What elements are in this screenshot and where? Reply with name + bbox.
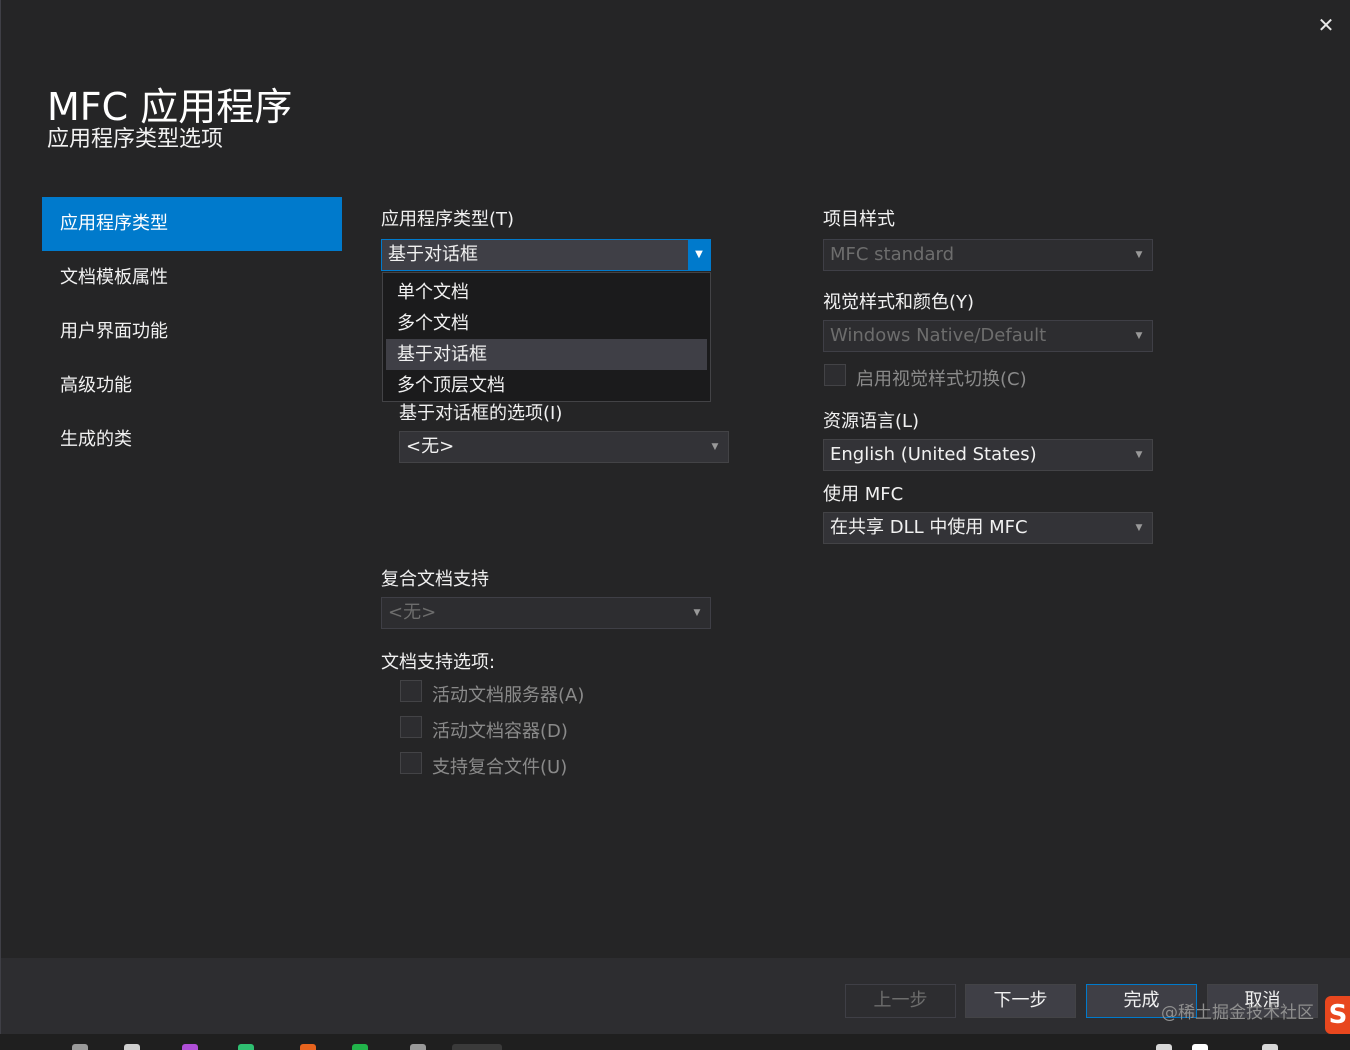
tray-icon[interactable] xyxy=(1192,1044,1208,1050)
nav-item-doc-template[interactable]: 文档模板属性 xyxy=(42,251,342,305)
visual-style-select: Windows Native/Default ▼ xyxy=(823,320,1153,352)
app-type-label: 应用程序类型(T) xyxy=(381,209,515,230)
compound-file-label: 支持复合文件(U) xyxy=(432,757,568,778)
taskbar-app-icon[interactable] xyxy=(182,1044,198,1050)
next-button[interactable]: 下一步 xyxy=(965,984,1076,1018)
app-type-value: 基于对话框 xyxy=(388,244,478,265)
compound-doc-value: <无> xyxy=(388,602,437,623)
use-mfc-value: 在共享 DLL 中使用 MFC xyxy=(830,517,1028,538)
option-multi-doc[interactable]: 多个文档 xyxy=(386,308,707,339)
taskbar-app-icon[interactable] xyxy=(410,1044,426,1050)
nav-item-app-type[interactable]: 应用程序类型 xyxy=(42,197,342,251)
taskbar-app-icon[interactable] xyxy=(352,1044,368,1050)
chevron-down-icon[interactable]: ▼ xyxy=(1132,440,1146,470)
close-icon[interactable]: ✕ xyxy=(1313,12,1339,38)
chevron-down-icon[interactable]: ▼ xyxy=(708,432,722,462)
dialog-options-label: 基于对话框的选项(I) xyxy=(399,403,563,424)
taskbar-app-icon[interactable] xyxy=(72,1044,88,1050)
wizard-nav: 应用程序类型 文档模板属性 用户界面功能 高级功能 生成的类 xyxy=(42,197,342,467)
visual-style-label: 视觉样式和颜色(Y) xyxy=(823,292,975,313)
doc-support-label: 文档支持选项: xyxy=(381,652,496,673)
project-style-label: 项目样式 xyxy=(823,209,895,230)
compound-doc-select: <无> ▼ xyxy=(381,597,711,629)
option-single-doc[interactable]: 单个文档 xyxy=(386,277,707,308)
visual-style-toggle-label: 启用视觉样式切换(C) xyxy=(856,369,1027,390)
option-dialog-based[interactable]: 基于对话框 xyxy=(386,339,707,370)
compound-file-checkbox[interactable] xyxy=(400,752,422,774)
nav-item-ui-features[interactable]: 用户界面功能 xyxy=(42,305,342,359)
chevron-down-icon: ▼ xyxy=(1135,250,1143,260)
resource-lang-select[interactable]: English (United States) ▼ xyxy=(823,439,1153,471)
mfc-wizard-dialog: ✕ MFC 应用程序 应用程序类型选项 应用程序类型 文档模板属性 用户界面功能… xyxy=(0,0,1350,1034)
app-type-select[interactable]: 基于对话框 ▼ xyxy=(381,239,711,271)
taskbar-app-icon[interactable] xyxy=(300,1044,316,1050)
active-doc-server-label: 活动文档服务器(A) xyxy=(432,685,585,706)
tray-icon[interactable] xyxy=(1156,1044,1172,1050)
tray-icon[interactable] xyxy=(1262,1044,1278,1050)
active-doc-container-label: 活动文档容器(D) xyxy=(432,721,568,742)
taskbar xyxy=(0,1034,1350,1050)
chevron-down-icon[interactable]: ▼ xyxy=(1132,513,1146,543)
resource-lang-value: English (United States) xyxy=(830,444,1037,465)
chevron-down-icon: ▼ xyxy=(693,608,701,618)
use-mfc-select[interactable]: 在共享 DLL 中使用 MFC ▼ xyxy=(823,512,1153,544)
prev-button[interactable]: 上一步 xyxy=(845,984,956,1018)
dialog-options-value: <无> xyxy=(406,436,455,457)
option-multi-toplevel[interactable]: 多个顶层文档 xyxy=(386,370,707,401)
visual-style-toggle-checkbox[interactable] xyxy=(824,364,846,386)
watermark-text: @稀土掘金技术社区 xyxy=(1161,1003,1314,1023)
app-type-dropdown-list: 单个文档 多个文档 基于对话框 多个顶层文档 xyxy=(382,272,711,402)
dialog-options-select[interactable]: <无> ▼ xyxy=(399,431,729,463)
project-style-select: MFC standard ▼ xyxy=(823,239,1153,271)
use-mfc-label: 使用 MFC xyxy=(823,484,904,505)
resource-lang-label: 资源语言(L) xyxy=(823,411,920,432)
active-doc-server-checkbox[interactable] xyxy=(400,680,422,702)
watermark-logo: S xyxy=(1325,996,1350,1034)
taskbar-active-app[interactable] xyxy=(452,1044,502,1050)
chevron-down-icon: ▼ xyxy=(1135,331,1143,341)
taskbar-app-icon[interactable] xyxy=(124,1044,140,1050)
chevron-down-icon[interactable]: ▼ xyxy=(688,240,710,270)
taskbar-app-icon[interactable] xyxy=(238,1044,254,1050)
compound-doc-label: 复合文档支持 xyxy=(381,569,489,590)
visual-style-value: Windows Native/Default xyxy=(830,325,1047,346)
nav-item-advanced[interactable]: 高级功能 xyxy=(42,359,342,413)
project-style-value: MFC standard xyxy=(830,244,955,265)
active-doc-container-checkbox[interactable] xyxy=(400,716,422,738)
page-subtitle: 应用程序类型选项 xyxy=(47,127,224,152)
nav-item-generated-classes[interactable]: 生成的类 xyxy=(42,413,342,467)
